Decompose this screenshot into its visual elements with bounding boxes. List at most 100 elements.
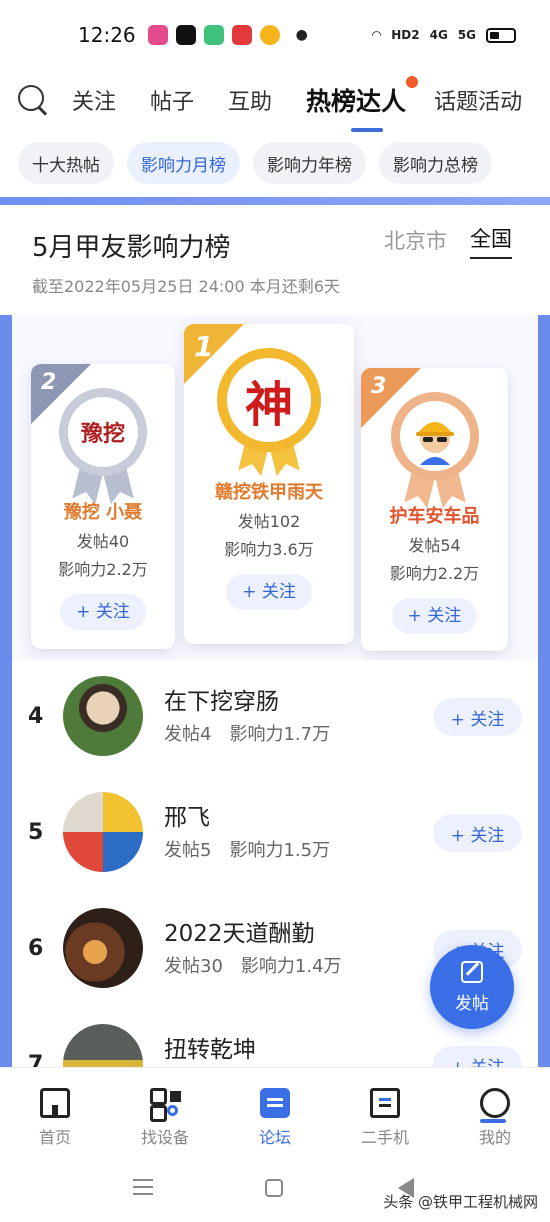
battery-icon xyxy=(486,27,516,43)
avatar: 神 xyxy=(227,358,311,442)
board-title: 5月甲友影响力榜 xyxy=(32,233,231,263)
list-item[interactable]: 4 在下挖穿肠 发帖4 影响力1.7万 + 关注 xyxy=(12,660,538,776)
scope-nation-toggle[interactable]: 全国 xyxy=(470,223,512,259)
podium-name: 赣挖铁甲雨天 xyxy=(215,482,323,503)
follow-button[interactable]: + 关注 xyxy=(391,598,478,634)
user-name: 邢飞 xyxy=(164,805,210,831)
divider xyxy=(0,197,550,205)
influence-value: 影响力1.7万 xyxy=(229,724,331,745)
bottom-nav: 首页 找设备 论坛 二手机 我的 xyxy=(0,1067,550,1157)
influence-value: 影响力2.2万 xyxy=(389,564,480,583)
home-square-icon[interactable] xyxy=(265,1179,283,1197)
bronze-medal-icon xyxy=(361,392,508,480)
podium-card-2[interactable]: 2 豫挖 豫挖 小聂 发帖40 影响力2.2万 + 关注 xyxy=(31,364,175,649)
avatar xyxy=(399,401,470,471)
watermark: 头条 @铁甲工程机械网 xyxy=(383,1193,538,1211)
nav-label: 找设备 xyxy=(140,1128,189,1147)
rank-number: 5 xyxy=(28,820,44,845)
chip-top-ten[interactable]: 十大热帖 xyxy=(18,142,114,184)
new-post-label: 发帖 xyxy=(455,993,489,1014)
post-count: 发帖40 xyxy=(76,532,130,551)
nav-home[interactable]: 首页 xyxy=(0,1068,110,1157)
nav-me[interactable]: 我的 xyxy=(440,1068,550,1157)
avatar xyxy=(63,676,143,756)
top-nav: 关注 帖子 互助 热榜达人 话题活动 xyxy=(0,70,550,132)
post-count: 发帖4 xyxy=(164,724,212,745)
influence-value: 影响力1.5万 xyxy=(229,840,331,861)
user-name: 在下挖穿肠 xyxy=(164,689,279,715)
home-icon xyxy=(40,1088,70,1118)
nav-label: 论坛 xyxy=(258,1128,291,1147)
sub-tab-chips: 十大热帖 影响力月榜 影响力年榜 影响力总榜 xyxy=(18,142,492,184)
wifi-icon: ◠ xyxy=(372,28,382,42)
follow-button[interactable]: + 关注 xyxy=(60,594,146,630)
worker-avatar-icon xyxy=(415,422,454,465)
network-label: 5G xyxy=(457,28,476,42)
nav-label: 我的 xyxy=(478,1128,511,1147)
board-subtitle: 截至2022年05月25日 24:00 本月还剩6天 xyxy=(32,277,340,296)
chip-overall[interactable]: 影响力总榜 xyxy=(379,142,492,184)
board-header: 5月甲友影响力榜 北京市 全国 截至2022年05月25日 24:00 本月还剩… xyxy=(12,205,538,315)
status-bar: 12:26 ● ◠ HD2 4G 5G xyxy=(0,0,550,70)
app-screen: 12:26 ● ◠ HD2 4G 5G 关注 帖子 互助 热榜达人 话题活动 十… xyxy=(0,0,550,1222)
avatar xyxy=(63,792,143,872)
podium-card-1[interactable]: 1 神 赣挖铁甲雨天 发帖102 影响力3.6万 + 关注 xyxy=(184,324,354,644)
forum-icon xyxy=(260,1088,290,1118)
nav-find-equipment[interactable]: 找设备 xyxy=(110,1068,220,1157)
influence-value: 影响力2.2万 xyxy=(58,560,148,579)
user-name: 扭转乾坤 xyxy=(164,1037,256,1063)
avatar: 豫挖 xyxy=(68,397,138,467)
user-stats: 发帖5 影响力1.5万 xyxy=(164,836,330,862)
post-count: 发帖30 xyxy=(164,956,223,977)
new-post-button[interactable]: 发帖 xyxy=(430,945,514,1029)
chip-monthly[interactable]: 影响力月榜 xyxy=(127,142,240,184)
tab-hot-talent-label: 热榜达人 xyxy=(306,87,407,116)
chat-notification-icon xyxy=(203,25,224,45)
post-count: 发帖102 xyxy=(237,512,301,531)
gold-medal-icon: 神 xyxy=(184,348,354,452)
scope-city-toggle[interactable]: 北京市 xyxy=(384,225,447,255)
influence-value: 影响力1.4万 xyxy=(240,956,342,977)
menu-icon[interactable] xyxy=(133,1179,153,1181)
list-item[interactable]: 5 邢飞 发帖5 影响力1.5万 + 关注 xyxy=(12,776,538,892)
silver-medal-icon: 豫挖 xyxy=(31,388,175,476)
search-icon[interactable] xyxy=(16,83,50,117)
influence-value: 影响力3.6万 xyxy=(224,540,314,559)
chip-yearly[interactable]: 影响力年榜 xyxy=(253,142,366,184)
follow-button[interactable]: + 关注 xyxy=(433,698,522,736)
more-dot-icon: ● xyxy=(295,27,308,43)
post-count: 发帖5 xyxy=(164,840,212,861)
user-stats: 发帖30 影响力1.4万 xyxy=(164,952,342,978)
system-nav-bar: 头条 @铁甲工程机械网 xyxy=(0,1157,550,1222)
tiktok-notification-icon xyxy=(175,25,196,45)
tab-help[interactable]: 互助 xyxy=(228,84,272,116)
profile-icon xyxy=(480,1088,510,1123)
edit-icon xyxy=(461,960,483,983)
status-time: 12:26 xyxy=(78,23,136,47)
nav-label: 二手机 xyxy=(360,1128,409,1147)
app-notification-icon xyxy=(147,25,168,45)
user-stats: 发帖4 影响力1.7万 xyxy=(164,720,330,746)
network-label: 4G xyxy=(429,28,448,42)
toutiao-notification-icon xyxy=(231,25,252,45)
used-machine-icon xyxy=(370,1088,400,1118)
weibo-notification-icon xyxy=(259,25,280,45)
tab-follow[interactable]: 关注 xyxy=(72,84,116,116)
notification-dot-icon xyxy=(406,76,419,88)
tab-posts[interactable]: 帖子 xyxy=(150,84,194,116)
tab-topics[interactable]: 话题活动 xyxy=(434,84,522,116)
grid-search-icon xyxy=(150,1088,180,1122)
follow-button[interactable]: + 关注 xyxy=(226,574,312,610)
rank-number: 4 xyxy=(28,704,44,729)
user-name: 2022天道酬勤 xyxy=(164,921,315,947)
podium-card-3[interactable]: 3 护车安车品 发帖54 影响力2.2万 + 关注 xyxy=(361,368,508,651)
rank-number: 6 xyxy=(28,936,44,961)
avatar xyxy=(63,908,143,988)
nav-forum[interactable]: 论坛 xyxy=(220,1068,330,1157)
nav-label: 首页 xyxy=(38,1128,71,1147)
tab-hot-talent[interactable]: 热榜达人 xyxy=(306,76,419,132)
post-count: 发帖54 xyxy=(408,536,461,555)
nav-used-machines[interactable]: 二手机 xyxy=(330,1068,440,1157)
follow-button[interactable]: + 关注 xyxy=(433,814,522,852)
network-label: HD2 xyxy=(391,28,420,42)
